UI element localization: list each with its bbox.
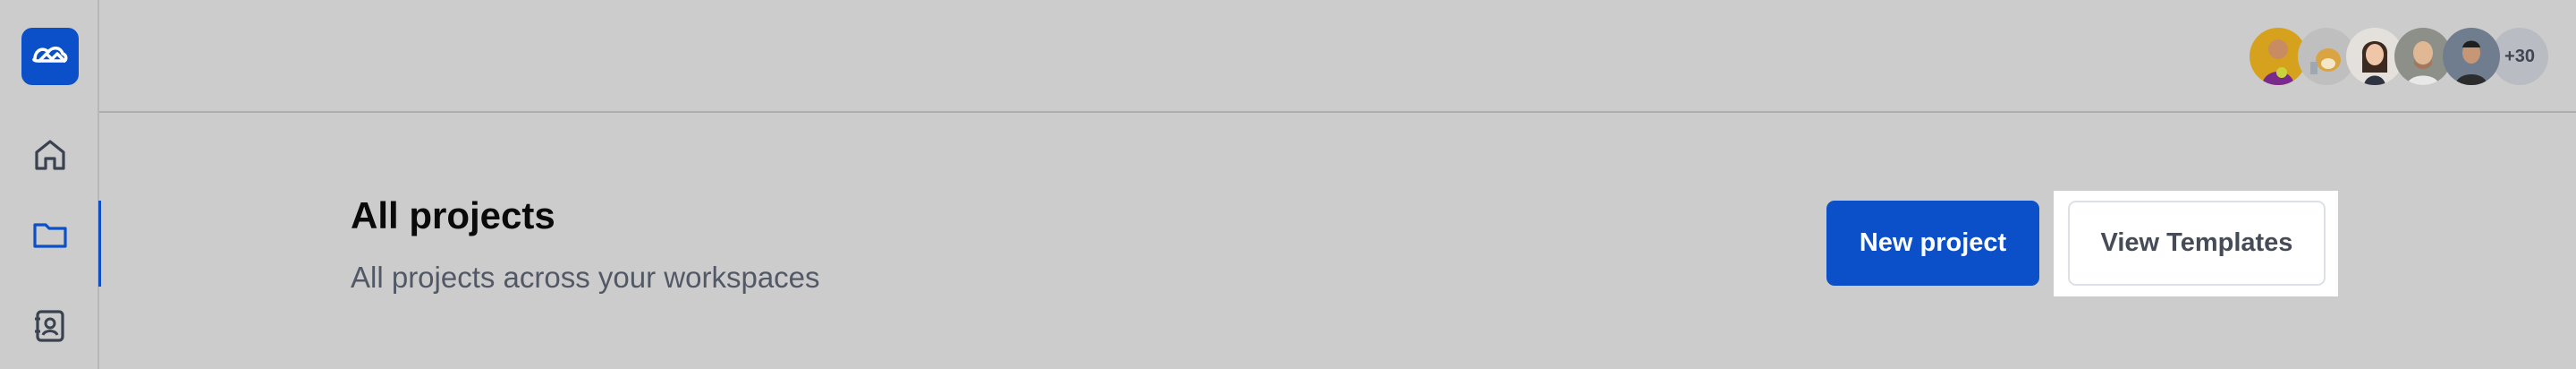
top-bar: +30 — [99, 0, 2576, 113]
cloud-logo-icon — [30, 41, 70, 73]
page-subtitle: All projects across your workspaces — [351, 261, 820, 294]
page-title: All projects — [351, 194, 555, 236]
folder-icon — [30, 215, 70, 259]
contacts-icon — [30, 306, 70, 350]
new-project-button[interactable]: New project — [1826, 201, 2039, 286]
view-templates-button[interactable]: View Templates — [2068, 201, 2326, 286]
logo[interactable] — [21, 28, 79, 85]
avatar[interactable] — [2443, 28, 2500, 85]
sidebar-item-projects[interactable] — [0, 201, 101, 287]
app-window: +30 All projects All projects across you… — [0, 0, 2576, 369]
sidebar-item-contacts[interactable] — [0, 292, 99, 364]
home-icon — [30, 135, 70, 179]
sidebar-item-home[interactable] — [0, 121, 99, 193]
avatar-group[interactable]: +30 — [2250, 27, 2548, 86]
sidebar — [0, 0, 101, 369]
